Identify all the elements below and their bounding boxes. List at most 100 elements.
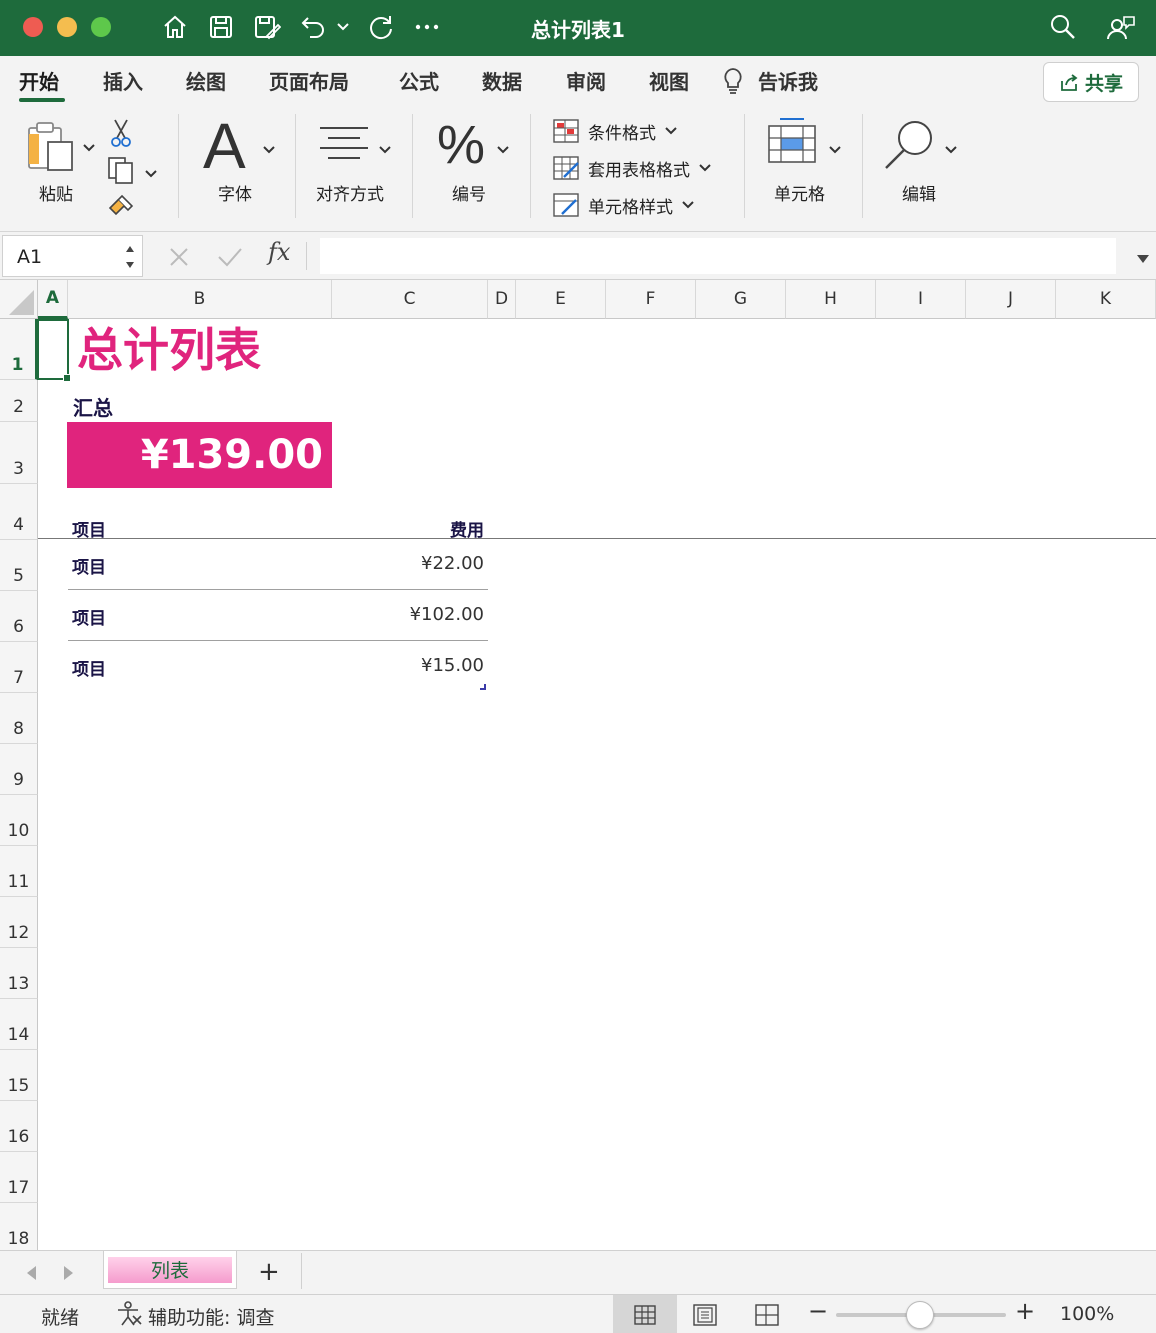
function-icon[interactable]: fx [268,238,290,266]
tab-insert[interactable]: 插入 [103,66,143,95]
close-window-button[interactable] [23,17,43,37]
format-painter-icon[interactable] [106,192,136,222]
cancel-entry-icon[interactable] [166,244,192,274]
row-header[interactable]: 4 [0,484,38,540]
row-header[interactable]: 12 [0,897,38,948]
normal-view-button[interactable] [613,1295,677,1333]
row-header[interactable]: 8 [0,693,38,744]
name-box-stepper-icon[interactable] [124,242,136,272]
search-icon[interactable] [1046,10,1080,44]
column-header[interactable]: K [1056,280,1156,319]
row-header[interactable]: 14 [0,999,38,1050]
editing-label[interactable]: 编辑 [902,180,936,205]
row-header[interactable]: 13 [0,948,38,999]
row-header[interactable]: 7 [0,642,38,693]
save-icon[interactable] [204,10,238,44]
spreadsheet-grid[interactable]: A B C D E F G H I J K 1 2 3 4 5 6 7 8 9 … [0,280,1156,1250]
column-header[interactable]: E [516,280,606,319]
row-header[interactable]: 18 [0,1203,38,1250]
account-icon[interactable] [1104,10,1138,44]
font-label[interactable]: 字体 [218,180,252,205]
page-layout-view-icon[interactable] [692,1303,718,1332]
copy-icon[interactable] [106,156,136,188]
column-header[interactable]: J [966,280,1056,319]
row-header[interactable]: 10 [0,795,38,846]
home-icon[interactable] [158,10,192,44]
select-all-corner[interactable] [0,280,38,319]
zoom-slider-thumb[interactable] [906,1301,934,1329]
selected-cell-a1[interactable] [37,319,69,380]
column-header[interactable]: A [38,280,68,319]
row-header[interactable]: 9 [0,744,38,795]
save-as-icon[interactable] [250,10,284,44]
column-header[interactable]: D [488,280,516,319]
expand-formula-bar-icon[interactable] [1136,250,1150,269]
add-sheet-icon[interactable]: + [258,1259,280,1285]
cell-styles-button[interactable]: 单元格样式 [552,192,695,218]
tab-view[interactable]: 视图 [649,66,689,95]
font-icon[interactable]: A [203,114,246,178]
accessibility-icon[interactable] [115,1301,143,1332]
paste-icon[interactable] [26,120,78,178]
scroll-right-icon[interactable] [62,1264,76,1286]
page-break-view-icon[interactable] [754,1303,780,1332]
alignment-dropdown-chevron-icon[interactable] [378,140,392,159]
number-dropdown-chevron-icon[interactable] [496,140,510,159]
number-label[interactable]: 编号 [452,180,486,205]
sheet-title[interactable]: 总计列表 [77,322,261,378]
row-header[interactable]: 17 [0,1152,38,1203]
row-header[interactable]: 2 [0,380,38,422]
table-row-item[interactable]: 项目 [72,604,106,629]
row-header[interactable]: 1 [0,319,38,380]
font-dropdown-chevron-icon[interactable] [262,140,276,159]
table-row-cost[interactable]: ¥22.00 [332,553,484,574]
percent-icon[interactable]: % [437,118,485,172]
row-header[interactable]: 6 [0,591,38,642]
format-as-table-button[interactable]: 套用表格格式 [552,155,712,181]
zoom-in-icon[interactable]: + [1015,1297,1035,1325]
cells-icon[interactable] [766,116,818,172]
zoom-level[interactable]: 100% [1060,1303,1114,1325]
summary-label[interactable]: 汇总 [73,392,113,421]
accessibility-status[interactable]: 辅助功能: 调查 [148,1303,274,1330]
tab-formulas[interactable]: 公式 [399,66,439,95]
sheet-tab[interactable]: 列表 [103,1251,237,1289]
alignment-icon[interactable] [318,124,370,168]
copy-dropdown-chevron-icon[interactable] [144,164,158,183]
row-header[interactable]: 15 [0,1050,38,1101]
column-header[interactable]: B [68,280,332,319]
table-row-item[interactable]: 项目 [72,553,106,578]
row-header[interactable]: 16 [0,1101,38,1152]
table-row-cost[interactable]: ¥15.00 [332,655,484,676]
column-header[interactable]: F [606,280,696,319]
row-header[interactable]: 3 [0,422,38,484]
undo-dropdown-chevron-icon[interactable] [331,10,355,44]
cells-label[interactable]: 单元格 [774,180,825,205]
column-header[interactable]: G [696,280,786,319]
tab-review[interactable]: 审阅 [566,66,606,95]
tell-me-search[interactable]: 告诉我 [758,66,818,95]
row-header[interactable]: 5 [0,540,38,591]
zoom-window-button[interactable] [91,17,111,37]
tab-data[interactable]: 数据 [482,66,522,95]
scroll-left-icon[interactable] [24,1264,38,1286]
editing-dropdown-chevron-icon[interactable] [944,140,958,159]
table-resize-handle[interactable] [480,684,486,690]
more-options-icon[interactable] [410,10,444,44]
name-box[interactable]: A1 [2,235,143,277]
magnifier-icon[interactable] [882,118,938,176]
conditional-format-button[interactable]: 条件格式 [552,118,678,144]
redo-icon[interactable] [364,10,398,44]
table-row-cost[interactable]: ¥102.00 [332,604,484,625]
cells-dropdown-chevron-icon[interactable] [828,140,842,159]
paste-label[interactable]: 粘贴 [39,180,73,205]
cut-icon[interactable] [110,118,132,152]
alignment-label[interactable]: 对齐方式 [316,180,384,205]
tab-draw[interactable]: 绘图 [186,66,226,95]
zoom-out-icon[interactable]: − [808,1297,828,1325]
row-header[interactable]: 11 [0,846,38,897]
tab-page-layout[interactable]: 页面布局 [269,66,349,95]
formula-input[interactable] [320,238,1116,274]
column-header[interactable]: H [786,280,876,319]
column-header[interactable]: C [332,280,488,319]
